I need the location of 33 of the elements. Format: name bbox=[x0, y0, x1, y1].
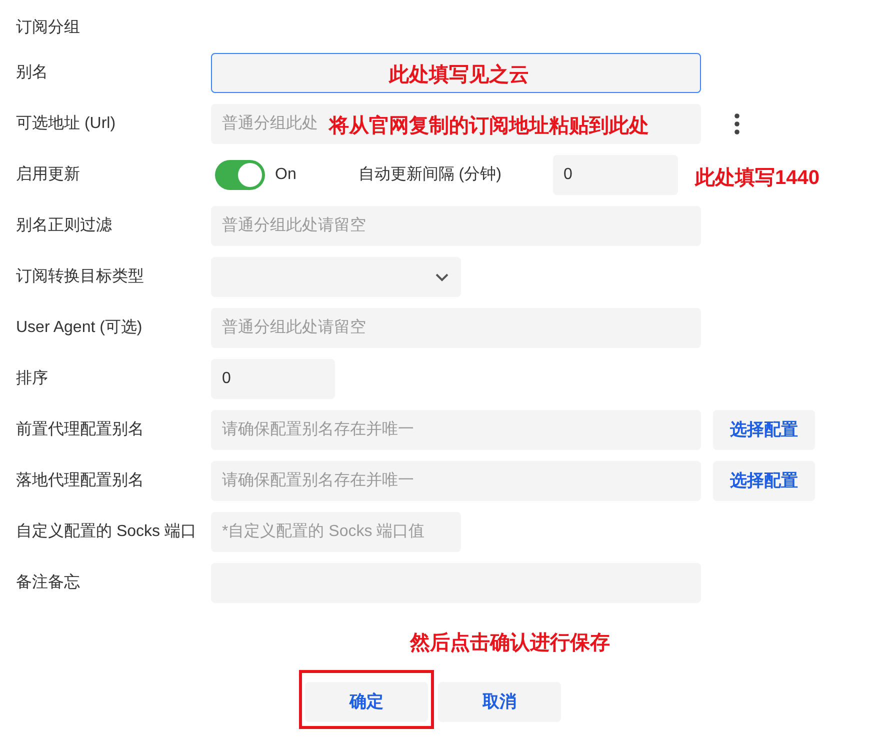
input-field[interactable] bbox=[211, 53, 701, 93]
input-field[interactable]: *自定义配置的 Socks 端口值 bbox=[211, 512, 461, 552]
confirm-button[interactable]: 确定 bbox=[305, 682, 428, 722]
field-label: User Agent (可选) bbox=[15, 318, 144, 338]
field-label: 前置代理配置别名 bbox=[15, 420, 145, 440]
input-field[interactable]: 普通分组此处请留空 bbox=[211, 206, 701, 246]
cancel-button[interactable]: 取消 bbox=[438, 682, 561, 722]
field-label: 别名 bbox=[15, 63, 49, 83]
input-field[interactable]: 请确保配置别名存在并唯一 bbox=[211, 410, 701, 450]
input-field[interactable]: 普通分组此处请留空 bbox=[211, 308, 701, 348]
field-label: 落地代理配置别名 bbox=[15, 470, 145, 491]
annotation-text: 将从官网复制的订阅地址粘贴到此处 bbox=[329, 114, 649, 139]
field-label: 排序 bbox=[15, 368, 49, 389]
select-config-button[interactable]: 选择配置 bbox=[713, 410, 815, 450]
chevron-down-icon bbox=[435, 272, 449, 282]
section-title: 订阅分组 bbox=[15, 18, 81, 38]
field-label: 启用更新 bbox=[15, 164, 81, 185]
annotation-text: 然后点击确认进行保存 bbox=[410, 631, 611, 656]
select-field[interactable] bbox=[211, 257, 461, 297]
input-field[interactable]: 0 bbox=[553, 155, 678, 195]
field-label: 别名正则过滤 bbox=[15, 216, 113, 236]
select-config-button[interactable]: 选择配置 bbox=[713, 461, 815, 501]
field-label: 自定义配置的 Socks 端口 bbox=[15, 522, 198, 542]
input-field[interactable]: 0 bbox=[211, 359, 335, 399]
input-field[interactable]: 请确保配置别名存在并唯一 bbox=[211, 461, 701, 501]
field-label: 自动更新间隔 (分钟) bbox=[358, 164, 502, 185]
field-label: 备注备忘 bbox=[15, 572, 81, 593]
field-label: 订阅转换目标类型 bbox=[15, 266, 145, 287]
annotation-text: 此处填写1440 bbox=[695, 166, 820, 191]
toggle-state-text: On bbox=[275, 165, 296, 185]
annotation-text: 此处填写见之云 bbox=[389, 62, 529, 88]
field-label: 可选地址 (Url) bbox=[15, 114, 117, 134]
toggle-switch[interactable] bbox=[215, 160, 265, 190]
